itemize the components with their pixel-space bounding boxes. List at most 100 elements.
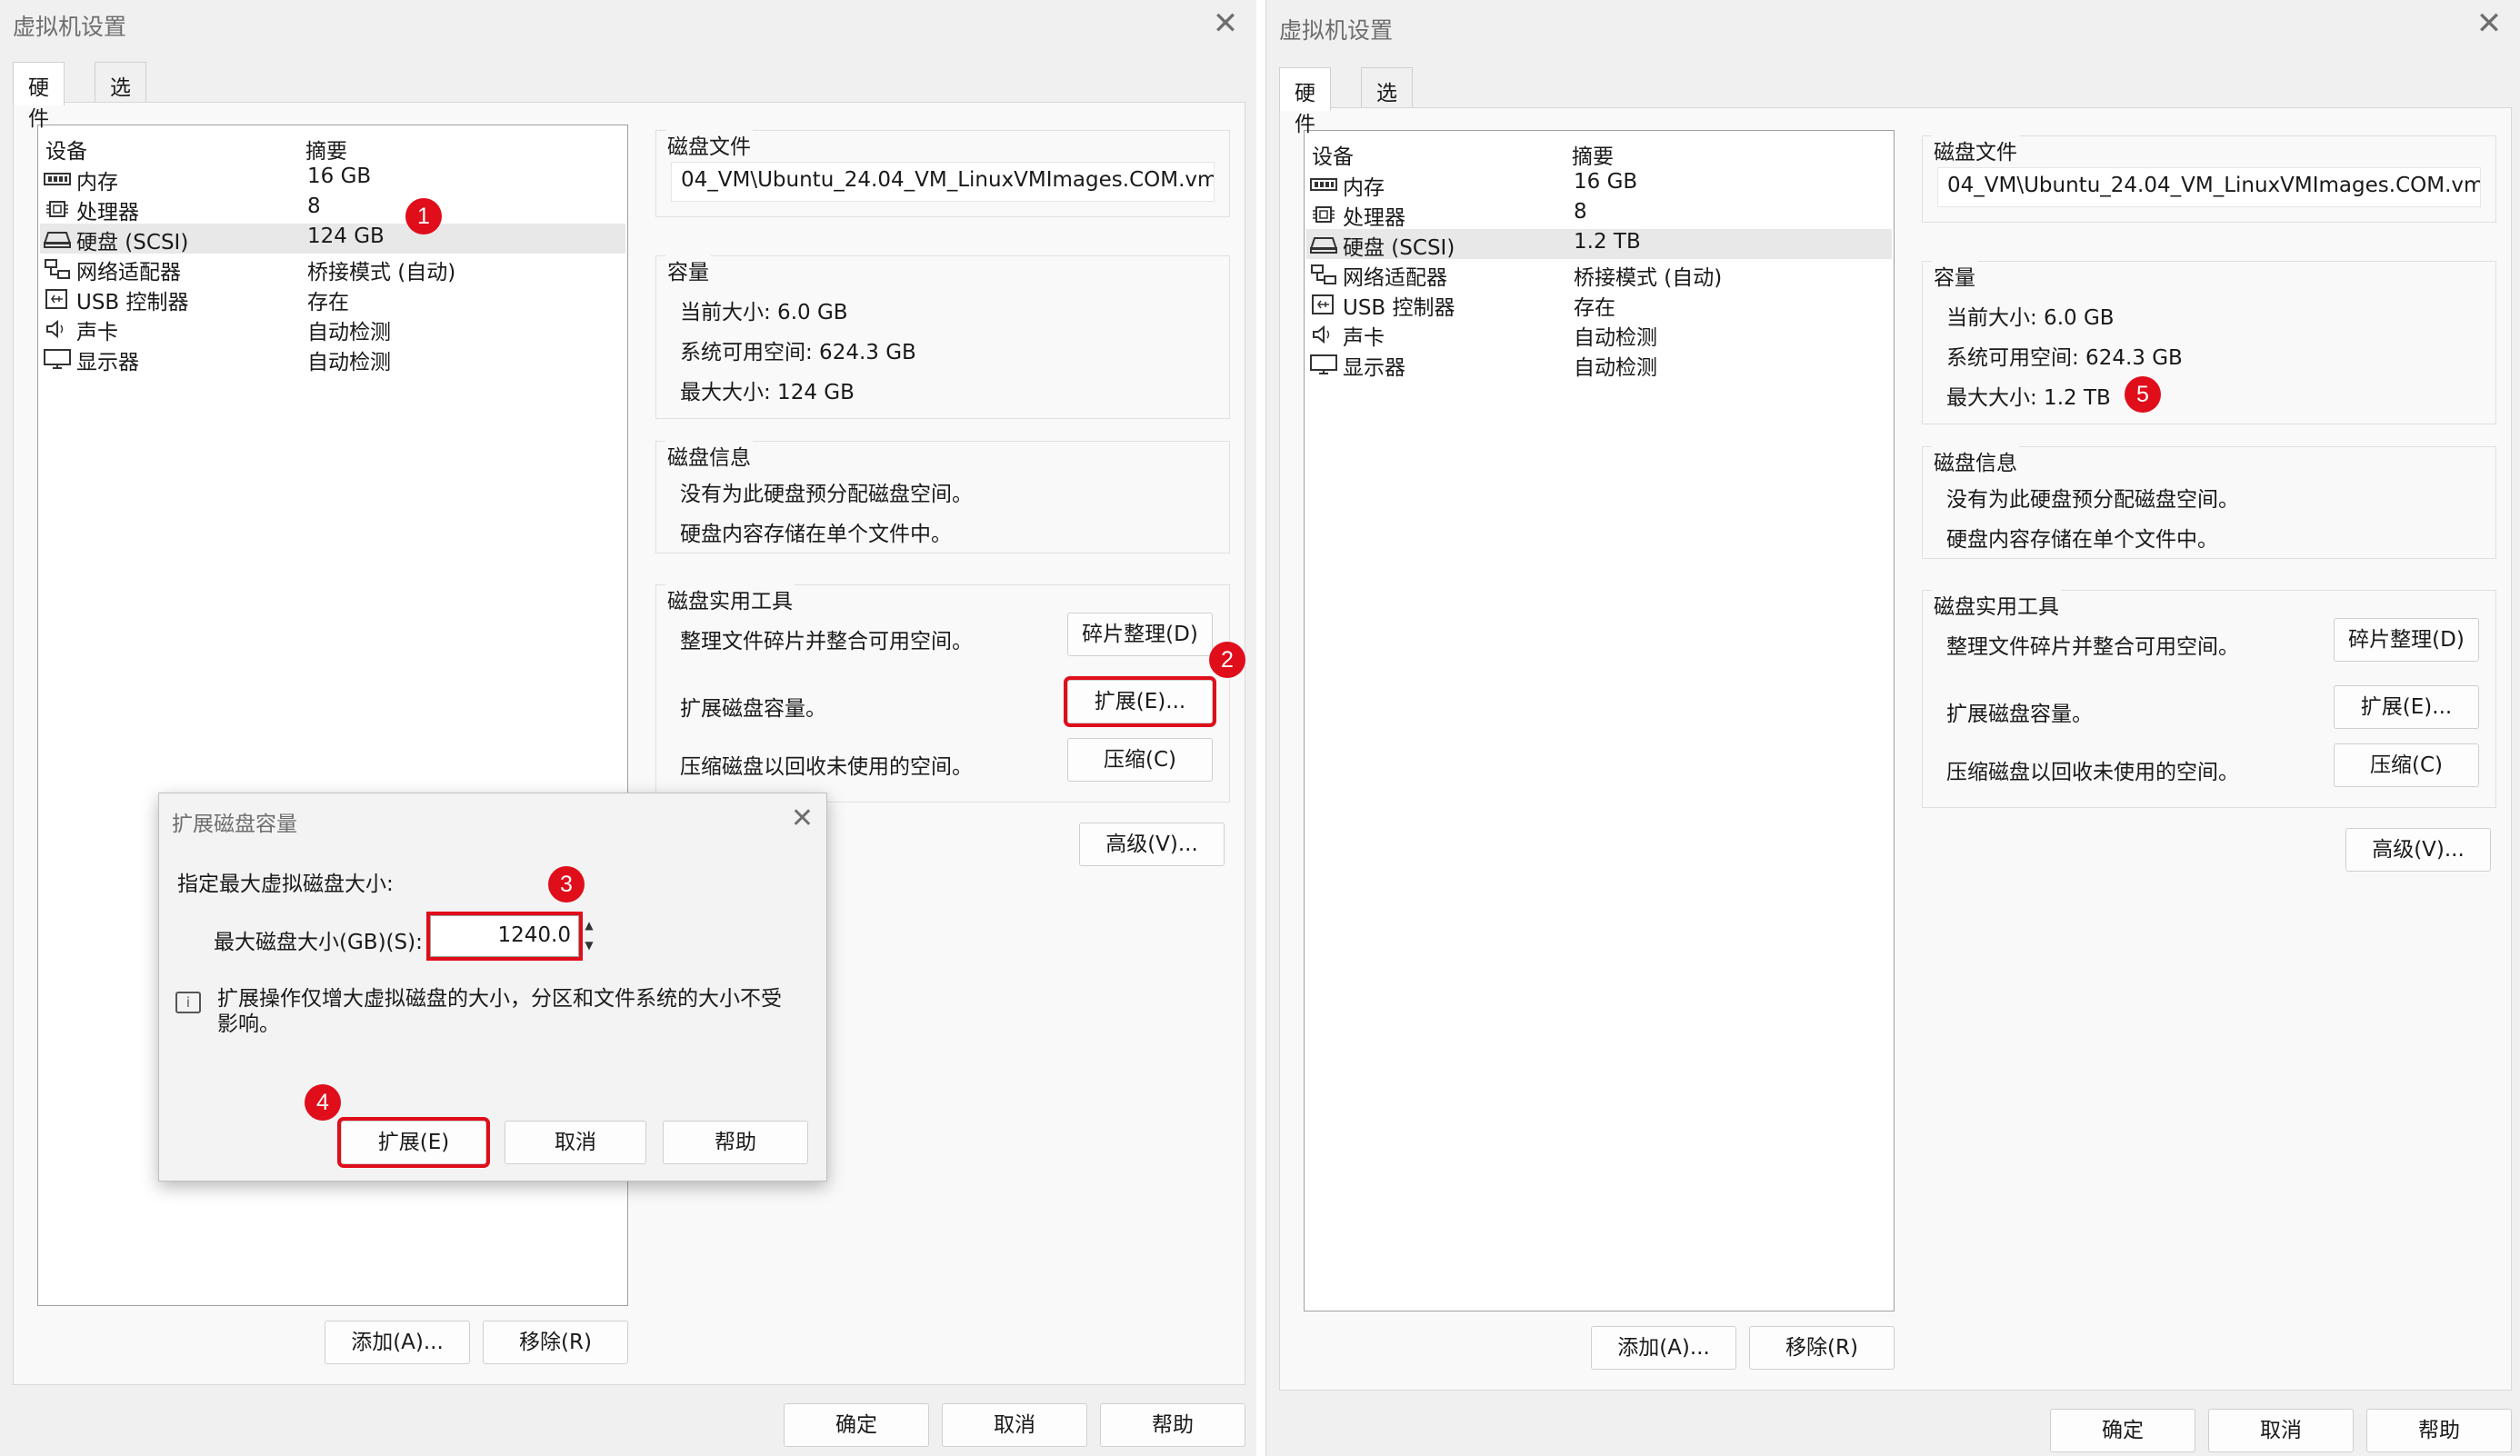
disk-file-path-field[interactable]: 04_VM\Ubuntu_24.04_VM_LinuxVMImages.COM.… bbox=[1937, 167, 2481, 207]
current-size: 当前大小: 6.0 GB bbox=[1946, 306, 2115, 330]
device-name: USB 控制器 bbox=[76, 291, 189, 314]
device-row-harddisk[interactable]: 硬盘 (SCSI) 124 GB bbox=[40, 224, 625, 254]
device-row-processor[interactable]: 处理器 8 bbox=[1306, 199, 1892, 230]
spin-down-icon[interactable]: ▼ bbox=[579, 935, 599, 955]
defrag-button[interactable]: 碎片整理(D) bbox=[1067, 613, 1213, 656]
expand-description: 扩展磁盘容量。 bbox=[1946, 703, 2093, 726]
device-summary: 自动检测 bbox=[307, 321, 391, 344]
cpu-icon bbox=[46, 201, 68, 217]
max-size-input[interactable]: 1240.0 bbox=[426, 912, 583, 961]
tab-hardware[interactable]: 硬件 bbox=[13, 62, 65, 131]
device-name: 内存 bbox=[1343, 176, 1385, 200]
device-name: 内存 bbox=[76, 171, 118, 194]
device-name: USB 控制器 bbox=[1343, 296, 1455, 320]
device-summary: 存在 bbox=[307, 291, 349, 314]
compact-button[interactable]: 压缩(C) bbox=[2334, 743, 2479, 787]
close-icon[interactable]: ✕ bbox=[791, 803, 814, 834]
device-row-network[interactable]: 网络适配器 桥接模式 (自动) bbox=[40, 254, 625, 284]
expand-button[interactable]: 扩展(E)... bbox=[1064, 676, 1216, 727]
device-summary: 桥接模式 (自动) bbox=[1574, 266, 1723, 290]
window-gap bbox=[1256, 0, 1265, 1456]
defrag-description: 整理文件碎片并整合可用空间。 bbox=[680, 630, 973, 653]
remove-device-button[interactable]: 移除(R) bbox=[1749, 1326, 1895, 1370]
device-row-usb[interactable]: USB 控制器 存在 bbox=[40, 284, 625, 314]
close-icon[interactable]: ✕ bbox=[1207, 5, 1244, 42]
expand-button[interactable]: 扩展(E)... bbox=[2334, 685, 2479, 729]
size-spinner[interactable]: ▲ ▼ bbox=[579, 915, 599, 957]
device-summary: 自动检测 bbox=[1574, 326, 1657, 350]
device-row-display[interactable]: 显示器 自动检测 bbox=[1306, 349, 1892, 380]
speaker-icon bbox=[1313, 324, 1330, 344]
current-size: 当前大小: 6.0 GB bbox=[680, 301, 848, 324]
device-list: 设备 摘要 内存 16 GB 处理器 8 硬盘 (SCSI) 1.2 TB 网络… bbox=[1304, 130, 1895, 1311]
device-row-display[interactable]: 显示器 自动检测 bbox=[40, 344, 625, 374]
add-device-button[interactable]: 添加(A)... bbox=[1591, 1326, 1736, 1370]
hardware-panel: 设备 摘要 内存 16 GB 处理器 8 硬盘 (SCSI) 1.2 TB 网络… bbox=[1279, 107, 2512, 1391]
dialog-cancel-button[interactable]: 取消 bbox=[505, 1121, 646, 1164]
network-icon bbox=[1311, 264, 1336, 284]
disk-info-line: 没有为此硬盘预分配磁盘空间。 bbox=[1946, 488, 2239, 512]
dialog-help-button[interactable]: 帮助 bbox=[663, 1121, 808, 1164]
remove-device-button[interactable]: 移除(R) bbox=[483, 1321, 628, 1364]
max-size: 最大大小: 124 GB bbox=[680, 381, 855, 404]
defrag-button[interactable]: 碎片整理(D) bbox=[2334, 618, 2479, 662]
usb-icon bbox=[1312, 294, 1334, 314]
cancel-button[interactable]: 取消 bbox=[942, 1403, 1087, 1447]
device-row-network[interactable]: 网络适配器 桥接模式 (自动) bbox=[1306, 259, 1892, 290]
device-name: 处理器 bbox=[76, 201, 139, 224]
device-name: 显示器 bbox=[1343, 356, 1405, 380]
device-summary: 124 GB bbox=[307, 224, 385, 248]
hardware-panel: 设备 摘要 内存 16 GB 处理器 8 硬盘 (SCSI) 124 GB 网络… bbox=[13, 102, 1245, 1385]
device-list-header: 设备 摘要 bbox=[1305, 138, 1894, 169]
device-name: 硬盘 (SCSI) bbox=[76, 231, 189, 254]
memory-icon bbox=[1310, 178, 1337, 191]
vm-settings-window-left: 虚拟机设置 ✕ 硬件 选项 设备 摘要 内存 16 GB 处理器 8 硬盘 bbox=[0, 0, 1256, 1456]
monitor-icon bbox=[1310, 354, 1337, 374]
dialog-note-line2: 影响。 bbox=[217, 1012, 280, 1036]
spin-up-icon[interactable]: ▲ bbox=[579, 915, 599, 935]
dialog-expand-button[interactable]: 扩展(E) bbox=[337, 1117, 490, 1168]
capacity-group: 容量 当前大小: 6.0 GB 系统可用空间: 624.3 GB 最大大小: 1… bbox=[1922, 260, 2496, 424]
monitor-icon bbox=[44, 349, 71, 369]
device-name: 显示器 bbox=[76, 351, 139, 374]
titlebar: 虚拟机设置 ✕ bbox=[1266, 0, 2520, 47]
device-row-usb[interactable]: USB 控制器 存在 bbox=[1306, 289, 1892, 320]
device-summary: 1.2 TB bbox=[1574, 230, 1641, 254]
device-name: 声卡 bbox=[76, 321, 118, 344]
device-list-header: 设备 摘要 bbox=[38, 133, 627, 164]
add-device-button[interactable]: 添加(A)... bbox=[325, 1321, 470, 1364]
group-title: 磁盘文件 bbox=[1932, 135, 2019, 165]
device-row-sound[interactable]: 声卡 自动检测 bbox=[40, 314, 625, 344]
group-title: 磁盘文件 bbox=[665, 129, 753, 160]
help-button[interactable]: 帮助 bbox=[1100, 1403, 1245, 1447]
vm-settings-window-right: 虚拟机设置 ✕ 硬件 选项 设备 摘要 内存 16 GB 处理器 8 硬盘 bbox=[1265, 0, 2520, 1456]
step-badge-3: 3 bbox=[548, 866, 585, 903]
step-badge-1: 1 bbox=[405, 198, 442, 234]
device-summary: 16 GB bbox=[1574, 170, 1638, 194]
tab-hardware[interactable]: 硬件 bbox=[1279, 67, 1331, 136]
compact-description: 压缩磁盘以回收未使用的空间。 bbox=[680, 755, 973, 779]
device-name: 处理器 bbox=[1343, 206, 1405, 230]
step-badge-2: 2 bbox=[1209, 642, 1245, 678]
group-title: 磁盘信息 bbox=[1932, 445, 2019, 476]
speaker-icon bbox=[46, 319, 64, 339]
device-summary: 自动检测 bbox=[307, 351, 391, 374]
tab-options[interactable]: 选项 bbox=[95, 62, 146, 131]
device-row-harddisk[interactable]: 硬盘 (SCSI) 1.2 TB bbox=[1306, 229, 1892, 260]
compact-button[interactable]: 压缩(C) bbox=[1067, 738, 1213, 782]
device-row-processor[interactable]: 处理器 8 bbox=[40, 194, 625, 224]
ok-button[interactable]: 确定 bbox=[2050, 1409, 2195, 1452]
advanced-button[interactable]: 高级(V)... bbox=[1079, 823, 1225, 866]
device-row-sound[interactable]: 声卡 自动检测 bbox=[1306, 319, 1892, 350]
advanced-button[interactable]: 高级(V)... bbox=[2345, 828, 2491, 872]
device-summary: 8 bbox=[1574, 200, 1587, 224]
ok-button[interactable]: 确定 bbox=[784, 1403, 929, 1447]
close-icon[interactable]: ✕ bbox=[2471, 5, 2507, 42]
tab-options[interactable]: 选项 bbox=[1361, 67, 1413, 136]
device-row-memory[interactable]: 内存 16 GB bbox=[40, 164, 625, 194]
dialog-prompt: 指定最大虚拟磁盘大小: bbox=[177, 873, 394, 896]
help-button[interactable]: 帮助 bbox=[2366, 1409, 2512, 1452]
cancel-button[interactable]: 取消 bbox=[2208, 1409, 2354, 1452]
disk-file-path-field[interactable]: 04_VM\Ubuntu_24.04_VM_LinuxVMImages.COM.… bbox=[671, 162, 1215, 202]
device-row-memory[interactable]: 内存 16 GB bbox=[1306, 169, 1892, 200]
